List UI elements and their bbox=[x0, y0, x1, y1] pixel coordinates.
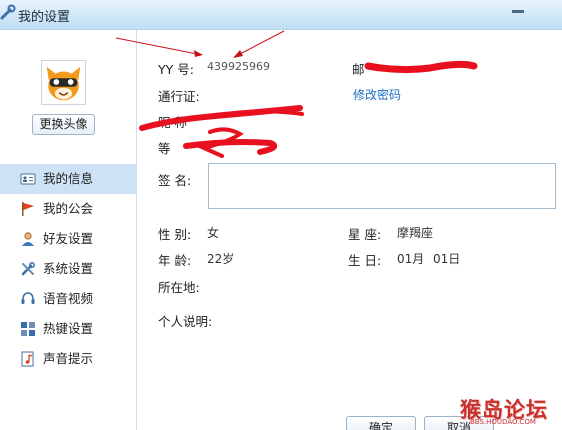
bio-label: 个人说明: bbox=[158, 314, 213, 329]
sidebar-nav: 我的信息 我的公会 好友设置 系统设置 语音视频 热键设置 声音提示 bbox=[0, 164, 137, 374]
nickname-label: 昵 称 bbox=[158, 115, 187, 130]
passport-label: 通行证: bbox=[158, 89, 200, 104]
zodiac-label: 星 座: bbox=[348, 227, 382, 242]
birthday-label: 生 日: bbox=[348, 253, 382, 268]
scribble-redaction bbox=[364, 60, 478, 74]
avatar bbox=[41, 60, 86, 105]
gender-label: 性 别: bbox=[158, 227, 192, 242]
level-label: 等 bbox=[158, 141, 171, 156]
hotkey-icon bbox=[21, 322, 35, 336]
arrow-annotation bbox=[233, 30, 285, 58]
sidebar-item-my-guild[interactable]: 我的公会 bbox=[0, 194, 137, 224]
birthday-month: 01月 bbox=[397, 252, 425, 266]
sidebar: 更换头像 我的信息 我的公会 好友设置 系统设置 语音视频 热键设置 声音提示 bbox=[0, 30, 137, 430]
signature-label: 签 名: bbox=[158, 173, 192, 188]
flag-icon bbox=[22, 202, 34, 216]
sidebar-item-label: 我的公会 bbox=[43, 201, 94, 216]
sidebar-item-label: 系统设置 bbox=[43, 261, 94, 276]
age-label: 年 龄: bbox=[158, 253, 192, 268]
sidebar-item-label: 语音视频 bbox=[43, 291, 94, 306]
email-label: 邮 bbox=[352, 62, 365, 77]
minimize-button[interactable] bbox=[512, 10, 524, 13]
id-card-icon bbox=[20, 173, 36, 185]
birthday-day: 01日 bbox=[433, 252, 461, 266]
yy-number-value: 439925969 bbox=[207, 60, 270, 73]
tools-icon bbox=[21, 262, 35, 276]
scribble-redaction bbox=[183, 139, 278, 155]
headset-icon bbox=[21, 292, 35, 304]
location-label: 所在地: bbox=[158, 280, 200, 295]
age-value: 22岁 bbox=[207, 252, 235, 266]
sidebar-item-label: 热键设置 bbox=[43, 321, 94, 336]
scribble-redaction bbox=[180, 108, 304, 122]
sidebar-item-label: 我的信息 bbox=[43, 171, 94, 186]
ok-button[interactable]: 确定 bbox=[346, 416, 416, 430]
window-title: 我的设置 bbox=[18, 10, 71, 25]
sidebar-item-label: 好友设置 bbox=[43, 231, 94, 246]
title-bar: 我的设置 bbox=[0, 0, 562, 30]
sidebar-item-friend-settings[interactable]: 好友设置 bbox=[0, 224, 137, 254]
signature-input[interactable] bbox=[208, 163, 556, 209]
change-password-link[interactable]: 修改密码 bbox=[353, 86, 401, 103]
sidebar-item-label: 声音提示 bbox=[43, 351, 94, 366]
sidebar-item-my-info[interactable]: 我的信息 bbox=[0, 164, 137, 194]
sound-note-icon bbox=[21, 351, 34, 367]
sidebar-item-hotkey-settings[interactable]: 热键设置 bbox=[0, 314, 137, 344]
sidebar-item-voice-video[interactable]: 语音视频 bbox=[0, 284, 137, 314]
sidebar-item-sound-alerts[interactable]: 声音提示 bbox=[0, 344, 137, 374]
sidebar-item-system-settings[interactable]: 系统设置 bbox=[0, 254, 137, 284]
user-icon bbox=[22, 232, 34, 246]
watermark-url: BBS.HOUDAO.COM bbox=[470, 418, 536, 426]
yy-number-label: YY 号: bbox=[158, 62, 194, 77]
gender-value: 女 bbox=[207, 226, 220, 240]
change-avatar-button[interactable]: 更换头像 bbox=[32, 114, 95, 135]
scribble-redaction bbox=[197, 127, 244, 158]
zodiac-value: 摩羯座 bbox=[397, 226, 434, 240]
settings-tools-icon bbox=[0, 4, 16, 20]
